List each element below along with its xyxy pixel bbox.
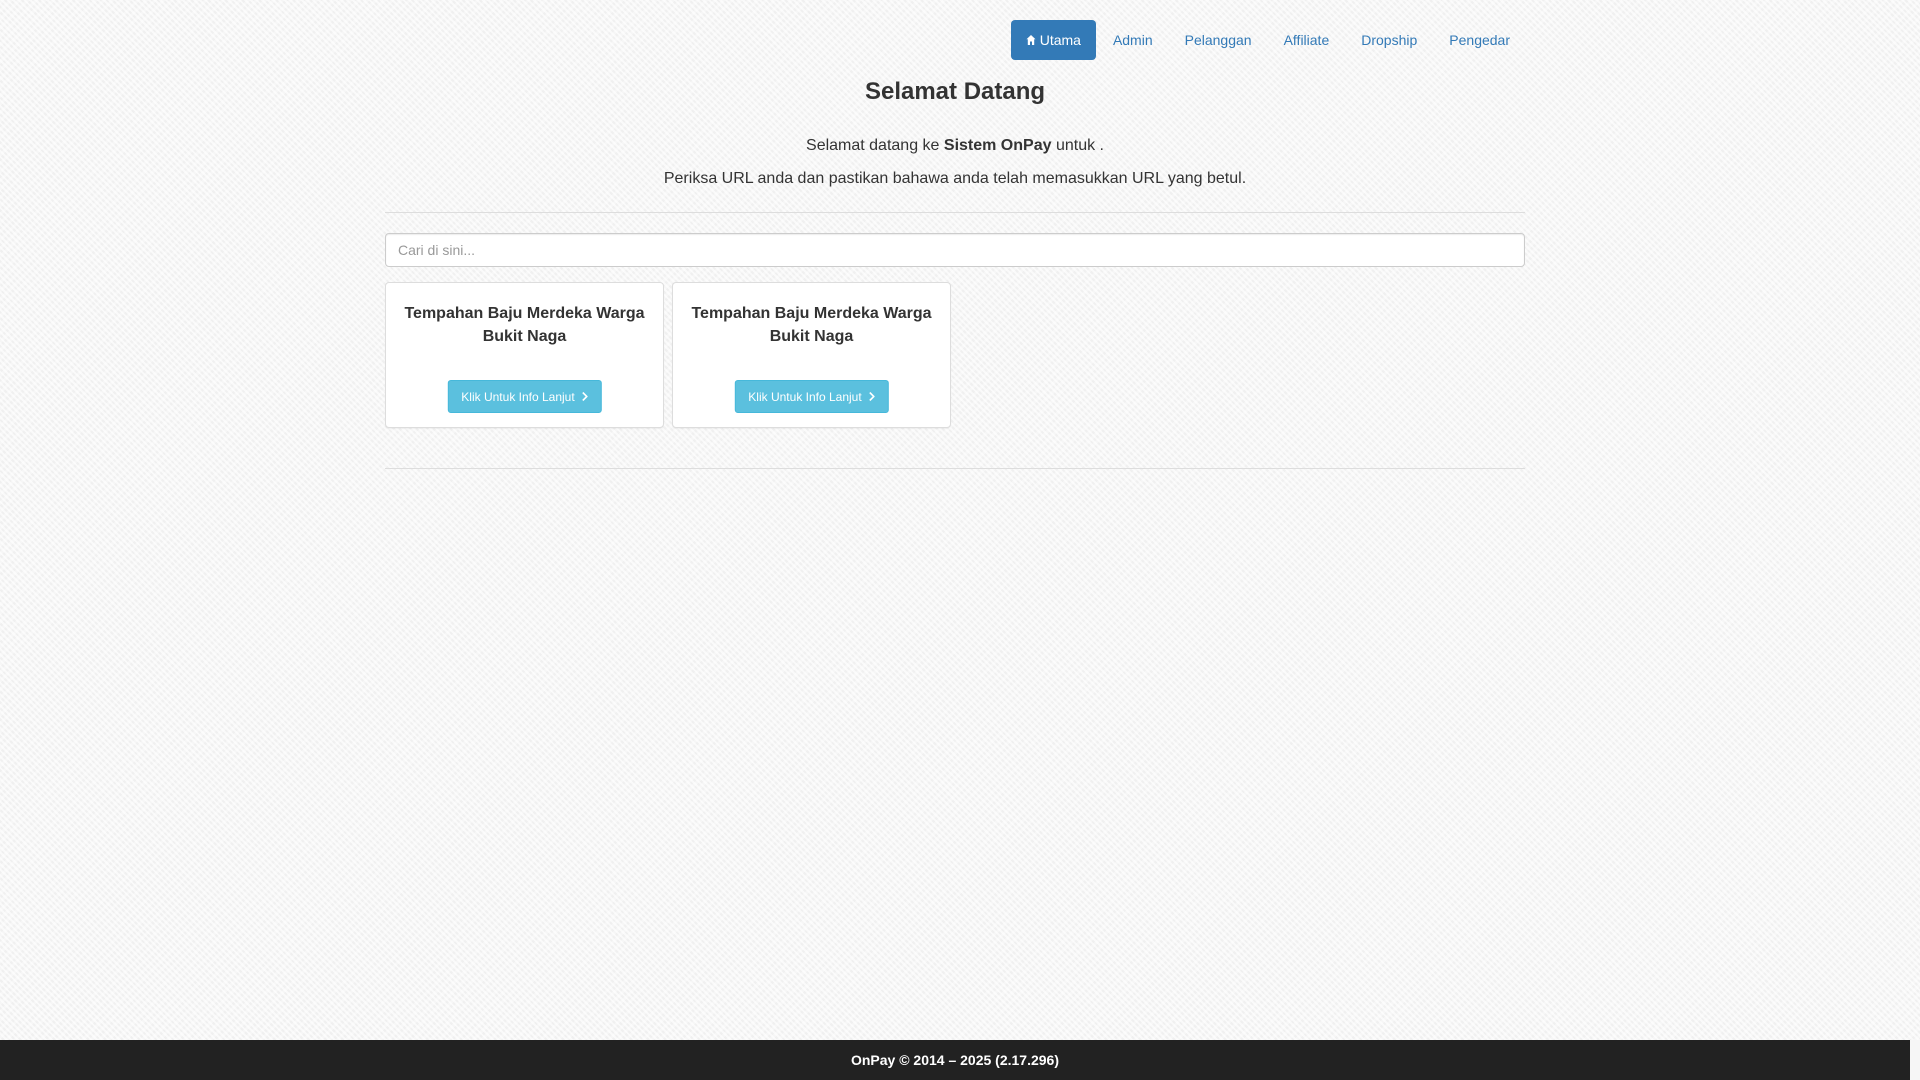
- info-button-label: Klik Untuk Info Lanjut: [461, 389, 575, 404]
- info-button[interactable]: Klik Untuk Info Lanjut: [447, 380, 602, 413]
- nav-item-utama[interactable]: Utama: [1010, 20, 1096, 60]
- nav-item-label: Admin: [1112, 32, 1153, 48]
- footer-copyright: OnPay © 2014 – 2025 (2.17.296): [850, 1052, 1059, 1068]
- nav-item-label: Utama: [1039, 32, 1081, 48]
- chevron-right-icon: [582, 392, 588, 401]
- info-button-label: Klik Untuk Info Lanjut: [748, 389, 862, 404]
- info-button[interactable]: Klik Untuk Info Lanjut: [734, 380, 889, 413]
- nav-item-label: Affiliate: [1283, 32, 1330, 48]
- card-title: Tempahan Baju Merdeka Warga Bukit Naga: [691, 305, 932, 345]
- page-title: Selamat Datang: [864, 78, 1046, 105]
- chevron-right-icon: [869, 392, 875, 401]
- url-note: Periksa URL anda dan pastikan bahawa and…: [663, 170, 1247, 187]
- brand-name: Sistem OnPay: [943, 137, 1052, 154]
- nav-item-label: Pelanggan: [1184, 32, 1252, 48]
- welcome-text: Selamat datang ke Sistem OnPay untuk .: [385, 136, 1525, 156]
- nav-item-pelanggan[interactable]: Pelanggan: [1170, 20, 1267, 60]
- nav-item-label: Dropship: [1361, 32, 1418, 48]
- card-title: Tempahan Baju Merdeka Warga Bukit Naga: [404, 305, 645, 345]
- page-edge: [1910, 1040, 1920, 1080]
- nav-item-admin[interactable]: Admin: [1098, 20, 1168, 60]
- card-list: Tempahan Baju Merdeka Warga Bukit Naga K…: [385, 282, 959, 428]
- welcome-suffix: untuk .: [1051, 137, 1104, 154]
- divider: [385, 468, 1525, 469]
- nav-item-dropship[interactable]: Dropship: [1346, 20, 1432, 60]
- nav-item-pengedar[interactable]: Pengedar: [1434, 20, 1525, 60]
- top-nav: Utama Admin Pelanggan Affiliate Dropship…: [1009, 20, 1525, 60]
- nav-item-affiliate[interactable]: Affiliate: [1269, 20, 1345, 60]
- divider: [385, 212, 1525, 213]
- nav-item-label: Pengedar: [1449, 32, 1510, 48]
- footer: OnPay © 2014 – 2025 (2.17.296): [0, 1040, 1910, 1080]
- home-icon: [1026, 34, 1036, 46]
- product-card: Tempahan Baju Merdeka Warga Bukit Naga K…: [385, 282, 664, 428]
- search-input[interactable]: [385, 233, 1525, 267]
- product-card: Tempahan Baju Merdeka Warga Bukit Naga K…: [672, 282, 951, 428]
- welcome-prefix: Selamat datang ke: [806, 137, 944, 154]
